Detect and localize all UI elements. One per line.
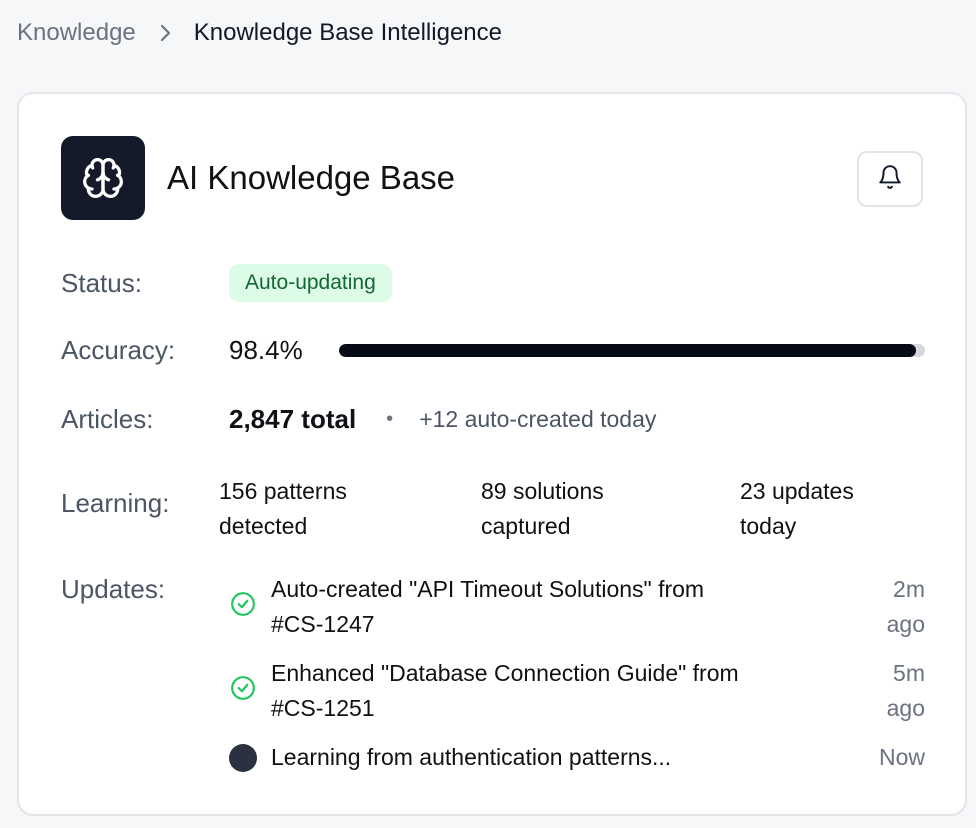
update-ticket-ref: #CS-1247 [271,611,375,637]
breadcrumb: Knowledge Knowledge Base Intelligence [17,17,502,49]
learning-label: Learning: [61,488,170,518]
bell-icon [877,164,903,195]
accuracy-progress-bar [339,344,925,357]
learning-stat-caption: detected [219,513,308,539]
update-time-value: 2m [893,576,925,602]
notification-button[interactable] [857,151,923,207]
update-ticket-ref: #CS-1251 [271,695,375,721]
learning-row: Learning: [61,488,229,519]
update-item-in-progress[interactable]: Learning from authentication patterns...… [229,740,925,775]
breadcrumb-link-knowledge[interactable]: Knowledge [17,19,136,47]
knowledge-base-card: AI Knowledge Base Status: Auto-updating … [17,92,967,816]
learning-stat-caption: captured [481,513,571,539]
brain-icon [61,136,145,220]
learning-stats: 156 patterns detected 89 solutions captu… [219,474,919,554]
update-timestamp: 2m ago [835,572,925,642]
in-progress-dot-icon [229,744,257,772]
check-circle-icon [229,590,257,618]
card-title: AI Knowledge Base [167,159,456,196]
check-circle-icon [229,674,257,702]
update-timestamp: 5m ago [835,656,925,726]
dot-separator: • [386,408,394,430]
update-text: Auto-created "API Timeout Solutions" fro… [271,572,831,642]
pulse-dot [229,744,257,772]
status-row: Status: Auto-updating [61,264,392,302]
accuracy-row: Accuracy: 98.4% [61,335,925,366]
breadcrumb-current: Knowledge Base Intelligence [193,19,502,46]
learning-stat-patterns: 156 patterns detected [219,474,347,544]
update-time-value: Now [878,744,925,770]
articles-label: Articles: [61,404,154,434]
update-timestamp: Now [835,740,925,775]
learning-stat-value: 89 solutions [481,478,604,504]
learning-stat-value: 23 updates [740,478,854,504]
learning-stat-caption: today [740,513,797,539]
status-badge: Auto-updating [229,264,392,302]
chevron-right-icon [160,24,172,42]
accuracy-value: 98.4% [229,335,303,365]
articles-auto-created: +12 auto-created today [419,406,657,432]
card-header: AI Knowledge Base [61,136,455,220]
update-time-suffix: ago [886,611,925,637]
update-text: Enhanced "Database Connection Guide" fro… [271,656,831,726]
accuracy-progress-fill [339,344,916,357]
update-text-line: Enhanced "Database Connection Guide" fro… [271,660,739,686]
status-label: Status: [61,267,142,298]
update-text-line: Auto-created "API Timeout Solutions" fro… [271,576,705,602]
update-time-suffix: ago [886,695,925,721]
update-text-line: Learning from authentication patterns... [271,744,672,770]
update-time-value: 5m [893,660,925,686]
learning-stat-value: 156 patterns [219,478,347,504]
update-text: Learning from authentication patterns... [271,740,831,775]
updates-label: Updates: [61,574,166,604]
learning-stat-solutions: 89 solutions captured [481,474,604,544]
articles-total: 2,847 total [229,404,357,434]
learning-stat-updates: 23 updates today [740,474,854,544]
accuracy-label: Accuracy: [61,335,176,365]
update-item[interactable]: Auto-created "API Timeout Solutions" fro… [229,572,925,642]
update-item[interactable]: Enhanced "Database Connection Guide" fro… [229,656,925,726]
articles-row: Articles: 2,847 total • +12 auto-created… [61,404,656,435]
